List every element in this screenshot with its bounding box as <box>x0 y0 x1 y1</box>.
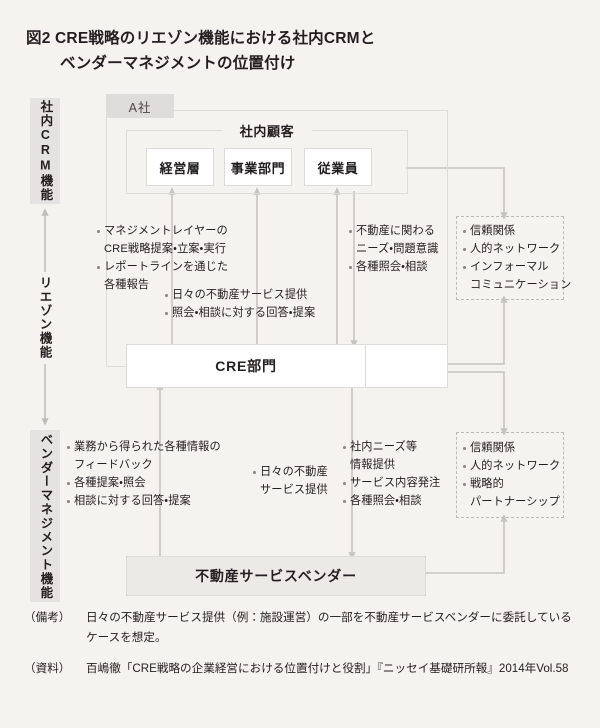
footnote-source: （資料） 百嶋徹「CRE戦略の企業経営における位置付けと役割」『ニッセイ基礎研所… <box>24 659 578 679</box>
annotation-daily-service-upper: 日々の不動産サービス提供 照会・相談に対する回答・提案 <box>164 286 315 322</box>
annotation-line: サービス提供 <box>260 484 328 497</box>
footnote-note-label: （備考） <box>24 611 71 624</box>
outcome-line: 信頼関係 <box>462 222 571 240</box>
node-employees[interactable]: 従業員 <box>304 148 372 186</box>
outcome-line: 戦略的 <box>462 475 560 493</box>
node-real-estate-service-vendor-label: 不動産サービスベンダー <box>195 568 357 584</box>
outcome-line: コミュニケーション <box>470 279 572 292</box>
rail-label-liaison: リエゾン機能 <box>31 272 59 364</box>
outcome-line: パートナーシップ <box>470 496 561 509</box>
node-cre-department-label: CRE部門 <box>215 358 277 374</box>
node-business-division-label: 事業部門 <box>230 160 286 176</box>
outcome-list-upper: 信頼関係 人的ネットワーク インフォーマル コミュニケーション <box>462 222 571 295</box>
annotation-line: 各種提案・照会 <box>66 474 221 492</box>
annotation-line: 日々の不動産サービス提供 <box>164 286 315 304</box>
node-cre-department[interactable]: CRE部門 <box>126 344 448 388</box>
annotation-line: レポートラインを通じた <box>96 258 228 276</box>
footnote-note-text: 日々の不動産サービス提供（例：施設運営）の一部を不動産サービスベンダーに委託して… <box>86 611 572 644</box>
annotation-needs-lower: 社内ニーズ等 情報提供 サービス内容発注 各種照会・相談 <box>342 438 440 511</box>
rail-label-vendor-management-text: ベンダーマネジメント機能 <box>38 432 53 600</box>
annotation-line: 社内ニーズ等 <box>342 438 440 456</box>
annotation-line: 相談に対する回答・提案 <box>66 492 221 510</box>
footnote-source-text: 百嶋徹「CRE戦略の企業経営における位置付けと役割」『ニッセイ基礎研所報』201… <box>86 662 569 675</box>
outcome-list-lower: 信頼関係 人的ネットワーク 戦略的 パートナーシップ <box>462 439 560 512</box>
annotation-line: サービス内容発注 <box>342 474 440 492</box>
footnote-note: （備考） 日々の不動産サービス提供（例：施設運営）の一部を不動産サービスベンダー… <box>24 608 578 648</box>
rail-label-liaison-text: リエゾン機能 <box>37 276 52 360</box>
outcome-line: 信頼関係 <box>462 439 560 457</box>
annotation-feedback-lower: 業務から得られた各種情報の フィードバック 各種提案・照会 相談に対する回答・提… <box>66 438 221 511</box>
annotation-daily-service-lower: 日々の不動産 サービス提供 <box>252 463 328 499</box>
annotation-line: 各種照会・相談 <box>348 258 438 276</box>
rail-label-internal-crm-text: 社内CRM機能 <box>38 100 53 202</box>
footnote-source-label: （資料） <box>24 662 71 675</box>
node-employees-label: 従業員 <box>317 160 359 176</box>
node-real-estate-service-vendor[interactable]: 不動産サービスベンダー <box>126 556 426 596</box>
annotation-line: 不動産に関わる <box>348 222 438 240</box>
rail-label-vendor-management: ベンダーマネジメント機能 <box>30 430 60 602</box>
annotation-line: マネジメントレイヤーの <box>96 222 228 240</box>
internal-customers-legend: 社内顧客 <box>222 120 312 140</box>
annotation-line: CRE戦略提案・立案・実行 <box>104 243 227 256</box>
figure-canvas: 図2 CRE戦略のリエゾン機能における社内CRMと ベンダーマネジメントの位置付… <box>0 0 600 728</box>
annotation-line: 照会・相談に対する回答・提案 <box>164 304 315 322</box>
annotation-line: フィードバック <box>74 459 153 472</box>
node-business-division[interactable]: 事業部門 <box>224 148 292 186</box>
company-tab-label: A社 <box>106 94 174 118</box>
node-executive-layer[interactable]: 経営層 <box>146 148 214 186</box>
annotation-line: 業務から得られた各種情報の <box>66 438 221 456</box>
annotation-line: 日々の不動産 <box>252 463 328 481</box>
annotation-line: 情報提供 <box>350 459 396 472</box>
annotation-line: 各種照会・相談 <box>342 492 440 510</box>
annotation-line: ニーズ・問題意識 <box>356 243 439 256</box>
outcome-line: 人的ネットワーク <box>462 457 560 475</box>
outcome-line: 人的ネットワーク <box>462 240 571 258</box>
rail-label-internal-crm: 社内CRM機能 <box>30 98 60 204</box>
annotation-needs-upper: 不動産に関わる ニーズ・問題意識 各種照会・相談 <box>348 222 438 276</box>
company-tab-text: A社 <box>128 100 152 115</box>
node-executive-layer-label: 経営層 <box>159 160 201 176</box>
annotation-management-layer: マネジメントレイヤーの CRE戦略提案・立案・実行 レポートラインを通じた 各種… <box>96 222 228 295</box>
outcome-line: インフォーマル <box>462 258 571 276</box>
internal-customers-legend-text: 社内顧客 <box>239 123 295 139</box>
cre-department-divider <box>365 345 366 387</box>
